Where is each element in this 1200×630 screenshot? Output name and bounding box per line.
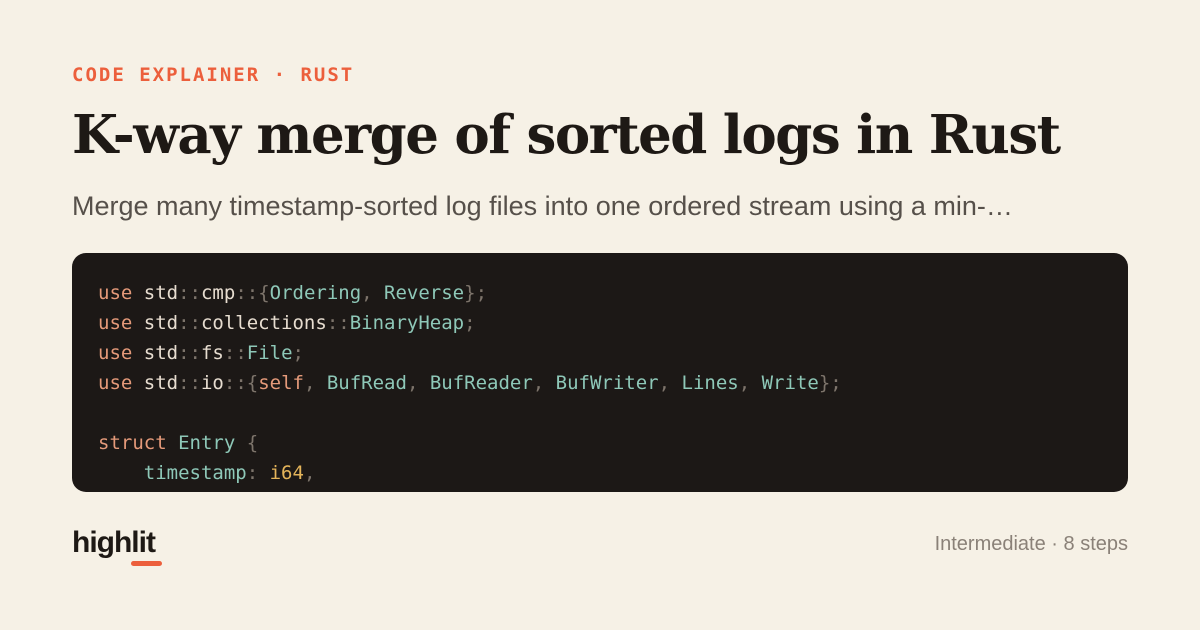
code-line: use std::fs::File; bbox=[98, 338, 1102, 368]
code-token: Reverse bbox=[384, 282, 465, 304]
code-line: timestamp: i64, bbox=[98, 458, 1102, 488]
code-token: :: bbox=[178, 372, 201, 394]
code-token: ; bbox=[464, 312, 476, 334]
eyebrow-label: CODE EXPLAINER · RUST bbox=[72, 64, 355, 86]
code-token: cmp bbox=[200, 282, 236, 304]
code-token: use bbox=[98, 342, 133, 364]
code-token: }; bbox=[464, 282, 488, 304]
code-block: use std::cmp::{Ordering, Reverse}; use st… bbox=[72, 253, 1128, 492]
code-token: Write bbox=[761, 372, 819, 394]
code-token: :: bbox=[178, 342, 201, 364]
code-token: use bbox=[98, 312, 133, 334]
difficulty-steps-label: Intermediate · 8 steps bbox=[934, 533, 1128, 555]
code-token: self bbox=[258, 372, 304, 394]
code-token: :: bbox=[326, 312, 350, 334]
code-content: use std::cmp::{Ordering, Reverse}; use st… bbox=[72, 253, 1128, 492]
brand-underline-mark bbox=[131, 561, 162, 566]
code-token: :: bbox=[178, 282, 201, 304]
code-token: Ordering bbox=[269, 282, 362, 304]
code-token: , bbox=[738, 372, 762, 394]
code-token: use bbox=[98, 372, 133, 394]
code-line: struct Entry { bbox=[98, 428, 1102, 458]
code-token: std bbox=[132, 372, 179, 394]
code-token: struct bbox=[98, 432, 167, 454]
code-token: collections bbox=[200, 312, 327, 334]
code-line: use std::collections::BinaryHeap; bbox=[98, 308, 1102, 338]
code-token: std bbox=[132, 282, 179, 304]
code-token: , bbox=[361, 282, 385, 304]
code-line: source: usize, bbox=[98, 488, 1102, 492]
code-token: timestamp bbox=[143, 462, 247, 484]
code-token: BufReader bbox=[429, 372, 533, 394]
code-token: BufRead bbox=[326, 372, 407, 394]
code-token: io bbox=[200, 372, 224, 394]
code-token: , bbox=[303, 462, 316, 484]
page-title: K-way merge of sorted logs in Rust bbox=[72, 104, 1061, 166]
code-token: }; bbox=[818, 372, 842, 394]
code-token: fs bbox=[200, 342, 224, 364]
code-token: , bbox=[658, 372, 682, 394]
code-token: : bbox=[246, 462, 270, 484]
code-token: Lines bbox=[681, 372, 739, 394]
code-token: Entry bbox=[178, 432, 236, 454]
code-token: ; bbox=[292, 342, 304, 364]
code-token: use bbox=[98, 282, 133, 304]
code-token: ::{ bbox=[223, 372, 259, 394]
code-token: File bbox=[246, 342, 293, 364]
code-token: { bbox=[246, 432, 259, 454]
code-token: :: bbox=[178, 312, 201, 334]
code-token: std bbox=[132, 312, 179, 334]
code-token: , bbox=[532, 372, 556, 394]
code-line: use std::io::{self, BufRead, BufReader, … bbox=[98, 368, 1102, 398]
brand-name: highlit bbox=[72, 526, 156, 559]
code-token: , bbox=[406, 372, 430, 394]
code-token: :: bbox=[223, 342, 247, 364]
code-token: BufWriter bbox=[555, 372, 659, 394]
code-token: ::{ bbox=[235, 282, 270, 304]
page-subtitle: Merge many timestamp-sorted log files in… bbox=[72, 191, 1013, 221]
code-line: use std::cmp::{Ordering, Reverse}; bbox=[98, 278, 1102, 308]
code-token: i64 bbox=[269, 462, 304, 484]
code-token: , bbox=[303, 372, 327, 394]
code-token: BinaryHeap bbox=[349, 312, 465, 334]
code-token: std bbox=[132, 342, 179, 364]
